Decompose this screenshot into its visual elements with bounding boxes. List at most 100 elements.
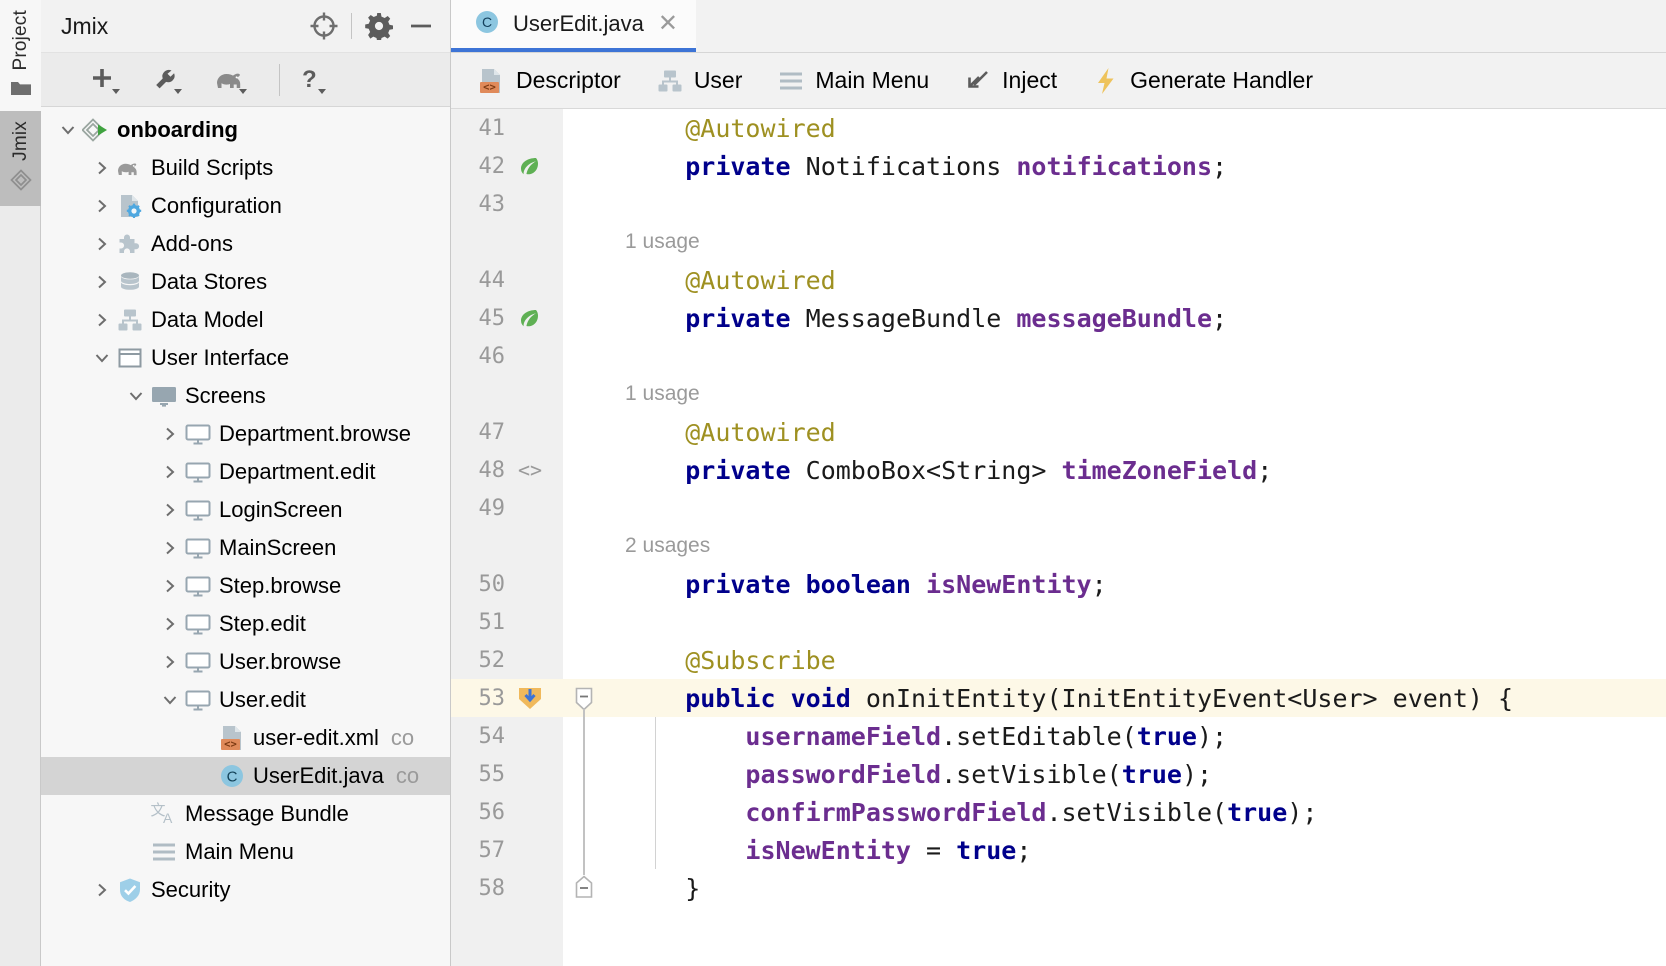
chevron-right-icon[interactable]: [89, 311, 115, 329]
code-token: Notifications: [805, 151, 1017, 181]
gutter-line-50: 50: [451, 565, 563, 603]
spring-bean-icon[interactable]: [507, 305, 555, 331]
spring-bean-icon[interactable]: [507, 153, 555, 179]
event-handler-icon[interactable]: [507, 683, 555, 713]
tree-node-message-bundle[interactable]: 文 A Message Bundle: [41, 795, 450, 833]
code-token: ;: [1091, 569, 1107, 599]
elephant-dropdown-icon[interactable]: [213, 63, 253, 97]
data-model-icon: [115, 307, 145, 333]
tree-node-useredit-java[interactable]: C UserEdit.java co: [41, 757, 450, 795]
fold-marker-end[interactable]: [574, 875, 594, 904]
screen-icon: [183, 688, 213, 712]
editor-area: C UserEdit.java ✕ <> Descriptor User Main M…: [451, 0, 1666, 966]
chevron-right-icon[interactable]: [157, 501, 183, 519]
chevron-right-icon[interactable]: [89, 235, 115, 253]
crosshair-icon[interactable]: [303, 5, 345, 47]
chevron-right-icon[interactable]: [89, 881, 115, 899]
tree-node-data-model[interactable]: Data Model: [41, 301, 450, 339]
code-content[interactable]: @Autowired private Notifications notific…: [563, 109, 1666, 966]
tree-node-user-browse[interactable]: User.browse: [41, 643, 450, 681]
tree-node-onboarding[interactable]: onboarding: [41, 111, 450, 149]
usage-hint-label[interactable]: 1 usage: [625, 382, 700, 406]
chevron-down-icon[interactable]: [55, 121, 81, 139]
xml-descriptor-icon: <>: [217, 724, 247, 752]
tree-node-mainscreen[interactable]: MainScreen: [41, 529, 450, 567]
code-token: private boolean: [685, 569, 927, 599]
question-dropdown-icon[interactable]: ?: [298, 63, 336, 97]
svg-text:<>: <>: [518, 458, 542, 482]
data-model-icon: [657, 68, 683, 94]
project-tree[interactable]: onboarding Build Scripts Configuration Add-…: [41, 107, 450, 966]
tree-node-add-ons[interactable]: Add-ons: [41, 225, 450, 263]
tree-node-user-edit-xml[interactable]: <> user-edit.xml co: [41, 719, 450, 757]
usage-hint: 1 usage: [611, 223, 1666, 261]
sidebar-item-project[interactable]: Project: [0, 0, 41, 111]
code-editor[interactable]: 41 42 43 44 45 46 47 48 <> 49 50 51 52 53 54 55 56 57 58 @…: [451, 109, 1666, 966]
project-panel-header: Jmix: [41, 0, 450, 53]
gutter-line-51: 51: [451, 603, 563, 641]
gutter-line-52: 52: [451, 641, 563, 679]
tree-node-data-stores[interactable]: Data Stores: [41, 263, 450, 301]
toolbar-button-inject[interactable]: Inject: [965, 67, 1057, 94]
fold-strip[interactable]: [563, 109, 611, 966]
editor-gutter[interactable]: 41 42 43 44 45 46 47 48 <> 49 50 51 52 53 54 55 56 57 58: [451, 109, 563, 966]
chevron-down-icon[interactable]: [89, 349, 115, 367]
sidebar-item-jmix[interactable]: Jmix: [0, 110, 41, 207]
chevron-down-icon[interactable]: [123, 387, 149, 405]
tool-window-stripe: Project Jmix: [0, 0, 41, 966]
chevron-right-icon[interactable]: [157, 653, 183, 671]
tab-useredit-java[interactable]: C UserEdit.java ✕: [451, 0, 696, 52]
code-line-55: passwordField .setVisible(true);: [611, 755, 1666, 793]
xml-link-icon[interactable]: <>: [507, 457, 555, 483]
tree-node-user-interface[interactable]: User Interface: [41, 339, 450, 377]
tree-node-label: UserEdit.java: [253, 763, 384, 788]
gear-icon[interactable]: [358, 5, 400, 47]
indent-guide: [655, 717, 656, 869]
tree-node-step-edit[interactable]: Step.edit: [41, 605, 450, 643]
minimize-icon[interactable]: [400, 5, 442, 47]
tree-node-department-browse[interactable]: Department.browse: [41, 415, 450, 453]
close-icon[interactable]: ✕: [658, 12, 678, 36]
tree-node-loginscreen[interactable]: LoginScreen: [41, 491, 450, 529]
svg-text:<>: <>: [483, 81, 496, 93]
usage-hint-label[interactable]: 1 usage: [625, 230, 700, 254]
chevron-down-icon[interactable]: [157, 691, 183, 709]
chevron-right-icon[interactable]: [89, 197, 115, 215]
puzzle-icon: [115, 231, 145, 257]
toolbar-button-generate-handler[interactable]: Generate Handler: [1093, 67, 1313, 95]
tree-node-step-browse[interactable]: Step.browse: [41, 567, 450, 605]
usage-hint-label[interactable]: 2 usages: [625, 534, 710, 558]
chevron-right-icon[interactable]: [89, 273, 115, 291]
tree-node-screens[interactable]: Screens: [41, 377, 450, 415]
tree-node-user-edit[interactable]: User.edit: [41, 681, 450, 719]
tree-node-configuration[interactable]: Configuration: [41, 187, 450, 225]
toolbar-button-user[interactable]: User: [657, 67, 742, 94]
wrench-dropdown-icon[interactable]: [151, 63, 189, 97]
code-token: .setVisible(: [941, 759, 1122, 789]
code-token: ;: [1212, 151, 1228, 181]
chevron-right-icon[interactable]: [89, 159, 115, 177]
tree-node-build-scripts[interactable]: Build Scripts: [41, 149, 450, 187]
toolbar-button-main-menu[interactable]: Main Menu: [778, 67, 929, 94]
gutter-line-53: 53: [451, 679, 563, 717]
chevron-right-icon[interactable]: [157, 425, 183, 443]
gutter-line-42: 42: [451, 147, 563, 185]
toolbar-button-descriptor[interactable]: <> Descriptor: [477, 67, 621, 95]
chevron-right-icon[interactable]: [157, 615, 183, 633]
tree-node-main-menu[interactable]: Main Menu: [41, 833, 450, 871]
plus-dropdown-icon[interactable]: [89, 63, 127, 97]
chevron-right-icon[interactable]: [157, 577, 183, 595]
screen-icon: [183, 536, 213, 560]
tree-node-department-edit[interactable]: Department.edit: [41, 453, 450, 491]
hamburger-icon: [778, 70, 804, 92]
chevron-right-icon[interactable]: [157, 463, 183, 481]
chevron-right-icon[interactable]: [157, 539, 183, 557]
tree-node-security[interactable]: Security: [41, 871, 450, 909]
gutter-line-43: 43: [451, 185, 563, 223]
